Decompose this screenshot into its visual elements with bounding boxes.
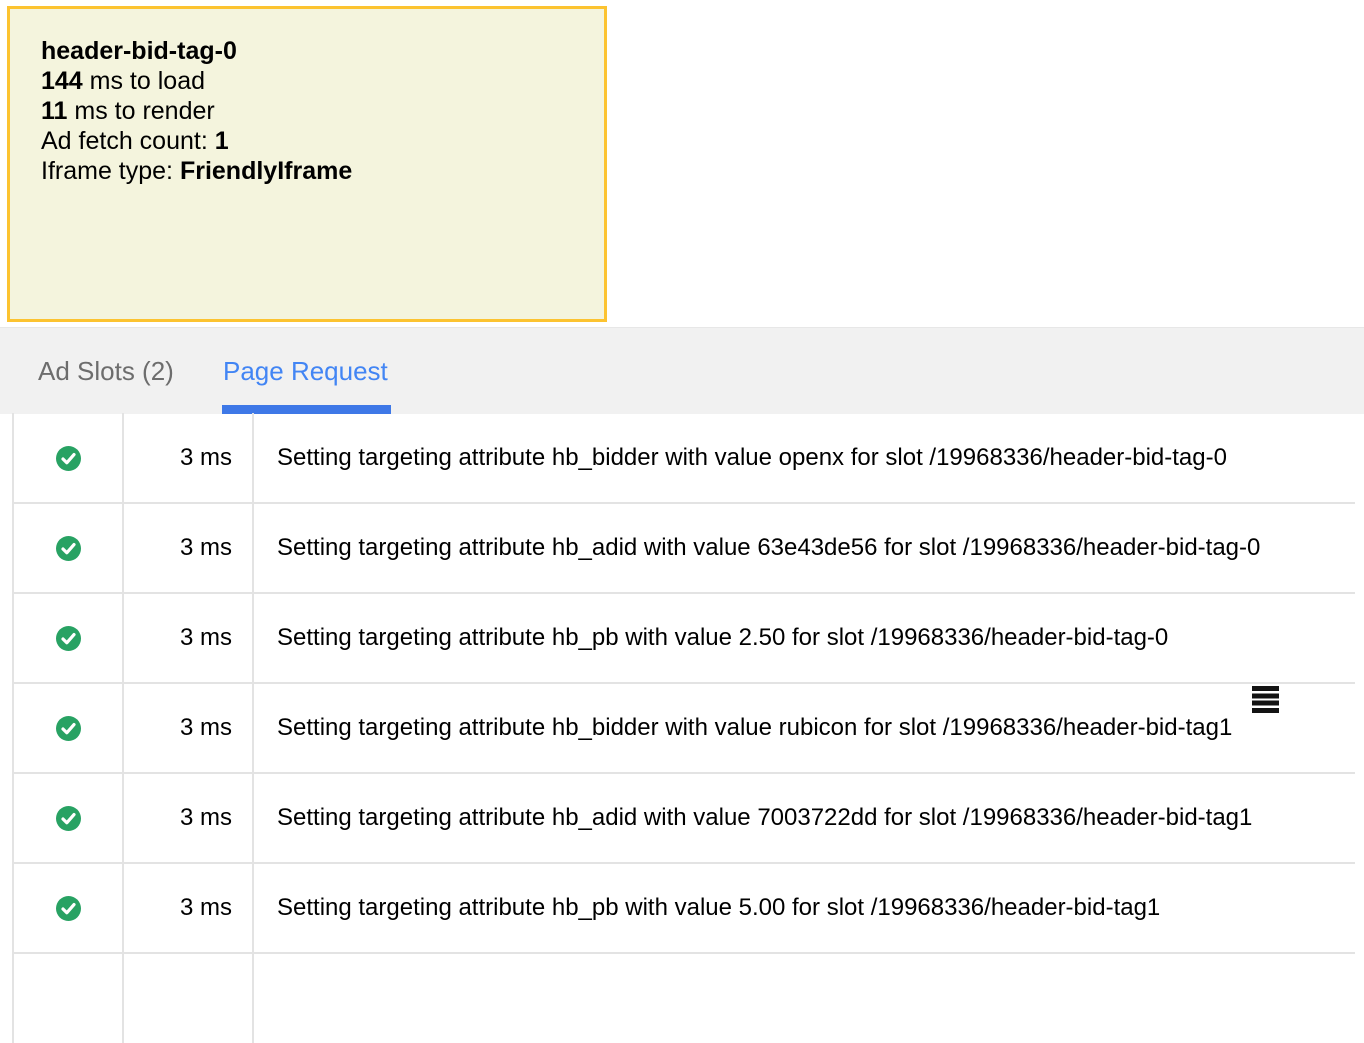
log-row: 3 ms Setting targeting attribute hb_bidd… — [13, 413, 1355, 503]
check-circle-icon — [56, 896, 81, 921]
log-status-cell — [13, 503, 123, 593]
log-row: 3 ms Setting targeting attribute hb_pb w… — [13, 593, 1355, 683]
tab-page-request[interactable]: Page Request — [223, 328, 388, 414]
log-status-cell — [13, 773, 123, 863]
slot-name: header-bid-tag-0 — [41, 36, 573, 66]
log-status-cell — [13, 863, 123, 953]
log-message: Setting targeting attribute hb_pb with v… — [253, 593, 1355, 683]
log-status-cell — [13, 683, 123, 773]
log-message: Setting targeting attribute hb_bidder wi… — [253, 413, 1355, 503]
log-message: Setting targeting attribute hb_adid with… — [253, 773, 1355, 863]
iframe-type-line: Iframe type: FriendlyIframe — [41, 156, 573, 186]
tab-ad-slots-label: Ad Slots (2) — [38, 356, 174, 387]
log-message: Setting targeting attribute hb_pb with v… — [253, 863, 1355, 953]
log-status-cell — [13, 593, 123, 683]
event-log-table: 3 ms Setting targeting attribute hb_bidd… — [12, 413, 1355, 1043]
log-row: 3 ms Setting targeting attribute hb_adid… — [13, 773, 1355, 863]
log-row: 3 ms Setting targeting attribute hb_adid… — [13, 503, 1355, 593]
log-time: 3 ms — [123, 863, 253, 953]
tab-page-request-label: Page Request — [223, 356, 388, 387]
check-circle-icon — [56, 716, 81, 741]
log-time: 3 ms — [123, 683, 253, 773]
render-time-line: 11 ms to render — [41, 96, 573, 126]
log-status-cell — [13, 413, 123, 503]
log-row: 3 ms Setting targeting attribute hb_bidd… — [13, 683, 1355, 773]
log-time: 3 ms — [123, 503, 253, 593]
log-time: 3 ms — [123, 413, 253, 503]
log-time: 3 ms — [123, 593, 253, 683]
check-circle-icon — [56, 446, 81, 471]
fetch-count-line: Ad fetch count: 1 — [41, 126, 573, 156]
log-row-partial — [13, 953, 1355, 1043]
log-time: 3 ms — [123, 773, 253, 863]
check-circle-icon — [56, 536, 81, 561]
load-time-line: 144 ms to load — [41, 66, 573, 96]
check-circle-icon — [56, 626, 81, 651]
tab-ad-slots[interactable]: Ad Slots (2) — [38, 328, 174, 414]
publisher-console-page: { "info_box": { "title": "header-bid-tag… — [0, 0, 1364, 964]
check-circle-icon — [56, 806, 81, 831]
ad-slot-info-box: header-bid-tag-0 144 ms to load 11 ms to… — [7, 6, 607, 322]
console-tabbar: Ad Slots (2) Page Request — [0, 327, 1364, 414]
event-log-body: 3 ms Setting targeting attribute hb_bidd… — [13, 413, 1355, 953]
log-message: Setting targeting attribute hb_bidder wi… — [253, 683, 1355, 773]
event-log-overflow — [13, 953, 1355, 1043]
log-row: 3 ms Setting targeting attribute hb_pb w… — [13, 863, 1355, 953]
log-message: Setting targeting attribute hb_adid with… — [253, 503, 1355, 593]
